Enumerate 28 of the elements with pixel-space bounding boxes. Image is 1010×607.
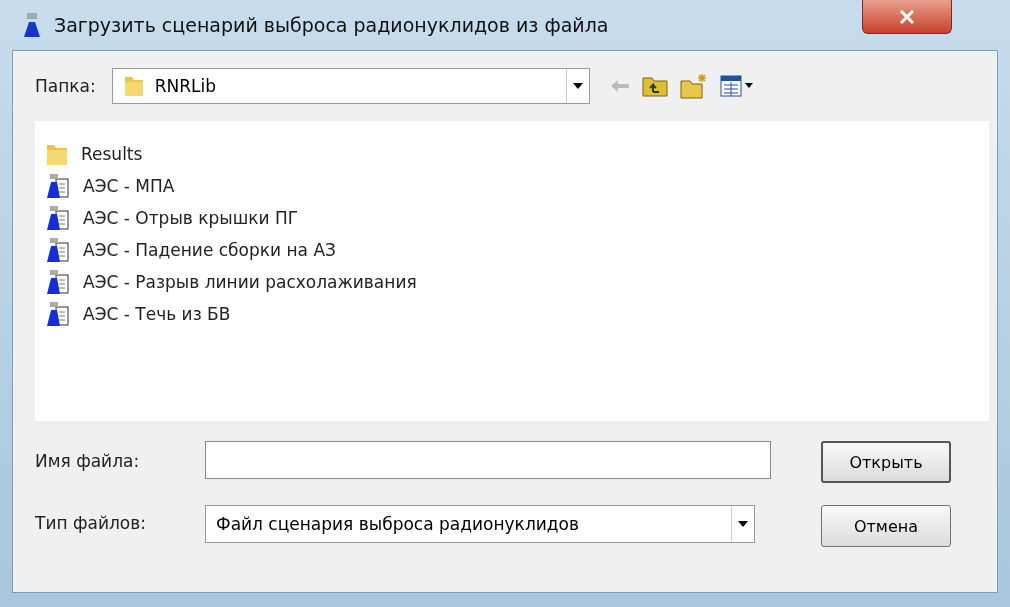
file-item[interactable]: АЭС - Отрыв крышки ПГ [45, 203, 303, 232]
file-item[interactable]: АЭС - Течь из БВ [45, 299, 235, 328]
document-figure-icon [45, 236, 71, 263]
file-name-field[interactable] [205, 441, 771, 479]
file-item[interactable]: АЭС - Разрыв линии расхолаживания [45, 267, 421, 296]
new-folder-icon[interactable] [679, 73, 708, 99]
file-type-dropdown[interactable]: Файл сценария выброса радионуклидов [205, 505, 755, 543]
folder-label: Папка: [35, 76, 96, 96]
caret-icon [572, 83, 583, 89]
document-figure-icon [45, 172, 71, 199]
folder-icon [122, 74, 145, 98]
file-name-label: Имя файла: [35, 451, 141, 471]
document-figure-icon [45, 268, 71, 295]
folder-dropdown[interactable]: RNRLib [111, 68, 590, 104]
cancel-button[interactable]: Отмена [821, 505, 951, 547]
document-figure-icon [45, 204, 71, 231]
window-title: Загрузить сценарий выброса радионуклидов из файла [54, 14, 609, 36]
folder-up-icon[interactable] [641, 75, 668, 97]
file-item[interactable]: АЭС - Падение сборки на АЗ [45, 235, 340, 264]
document-figure-icon [45, 300, 71, 327]
view-menu-icon[interactable] [719, 75, 754, 97]
open-button[interactable]: Открыть [821, 441, 951, 483]
close-icon [898, 8, 916, 25]
file-type-label: Тип файлов: [35, 513, 147, 533]
close-button[interactable] [862, 0, 952, 34]
file-item[interactable]: Results [45, 139, 147, 168]
caret-icon [738, 521, 748, 527]
file-item[interactable]: АЭС - МПА [45, 171, 179, 200]
